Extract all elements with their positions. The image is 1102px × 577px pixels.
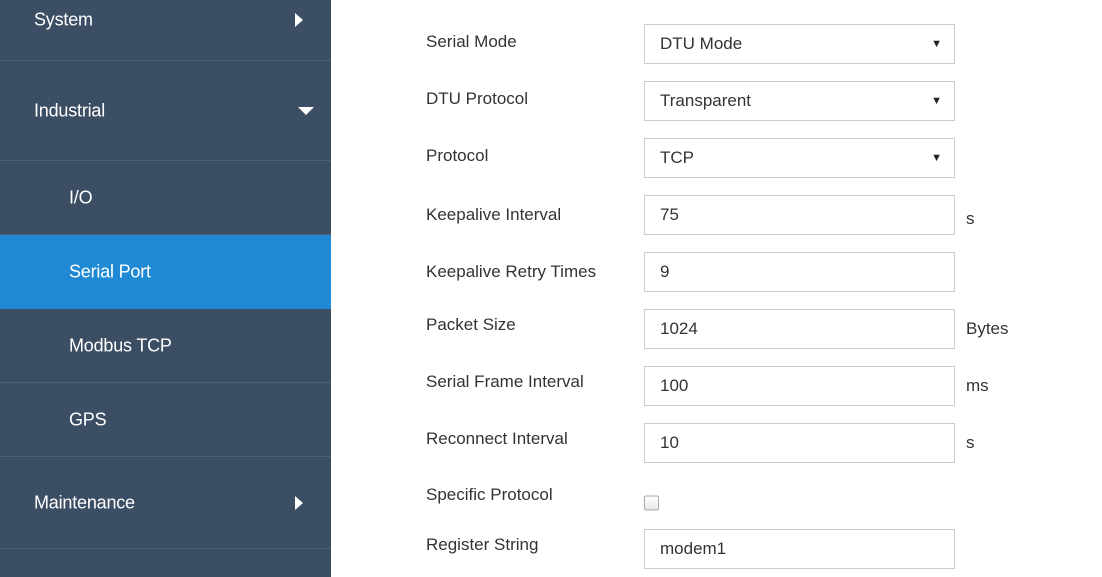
register-string-input[interactable]: modem1 xyxy=(644,529,955,569)
nav-serial-port-label: Serial Port xyxy=(69,261,151,281)
nav-maintenance[interactable]: Maintenance xyxy=(0,457,331,549)
keepalive-interval-label: Keepalive Interval xyxy=(426,205,562,224)
packet-size-label: Packet Size xyxy=(426,315,516,334)
keepalive-retry-label: Keepalive Retry Times xyxy=(426,262,597,281)
chevron-right-icon xyxy=(295,495,303,510)
nav-industrial[interactable]: Industrial xyxy=(0,61,331,161)
register-string-value: modem1 xyxy=(660,539,727,558)
nav-gps[interactable]: GPS xyxy=(0,383,331,457)
nav-maintenance-label: Maintenance xyxy=(34,492,135,512)
packet-size-row: Packet Size 1024 Bytes xyxy=(426,309,1066,349)
chevron-right-icon xyxy=(295,13,303,27)
serial-frame-interval-unit: ms xyxy=(966,376,989,395)
serial-mode-select[interactable]: DTU Mode ▼ xyxy=(644,24,955,64)
register-string-label: Register String xyxy=(426,535,539,554)
reconnect-interval-unit: s xyxy=(966,433,975,452)
nav-io-label: I/O xyxy=(69,187,93,207)
specific-protocol-label: Specific Protocol xyxy=(426,485,553,504)
protocol-value: TCP xyxy=(660,148,694,167)
dtu-protocol-row: DTU Protocol Transparent ▼ xyxy=(426,81,1066,121)
serial-frame-interval-value: 100 xyxy=(660,376,689,395)
specific-protocol-checkbox[interactable] xyxy=(644,495,659,511)
packet-size-value: 1024 xyxy=(660,319,698,338)
nav-modbus-tcp[interactable]: Modbus TCP xyxy=(0,309,331,383)
chevron-down-icon xyxy=(298,106,314,115)
specific-protocol-row: Specific Protocol xyxy=(426,480,1066,520)
reconnect-interval-label: Reconnect Interval xyxy=(426,429,568,448)
packet-size-input[interactable]: 1024 xyxy=(644,309,955,349)
keepalive-interval-row: Keepalive Interval 75 s xyxy=(426,195,1066,235)
reconnect-interval-value: 10 xyxy=(660,433,679,452)
dropdown-caret-icon: ▼ xyxy=(931,152,942,164)
keepalive-retry-input[interactable]: 9 xyxy=(644,252,955,292)
keepalive-retry-value: 9 xyxy=(660,262,670,281)
nav-modbus-tcp-label: Modbus TCP xyxy=(69,335,172,355)
serial-frame-interval-row: Serial Frame Interval 100 ms xyxy=(426,366,1066,406)
protocol-select[interactable]: TCP ▼ xyxy=(644,138,955,178)
protocol-label: Protocol xyxy=(426,146,489,165)
packet-size-unit: Bytes xyxy=(966,319,1009,338)
nav-serial-port[interactable]: Serial Port xyxy=(0,235,331,309)
serial-mode-value: DTU Mode xyxy=(660,34,743,53)
sidebar: System Industrial I/O Serial Port Modbus… xyxy=(0,0,331,577)
serial-frame-interval-input[interactable]: 100 xyxy=(644,366,955,406)
keepalive-interval-input[interactable]: 75 xyxy=(644,195,955,235)
nav-system[interactable]: System xyxy=(0,0,331,61)
dtu-protocol-select[interactable]: Transparent ▼ xyxy=(644,81,955,121)
keepalive-retry-row: Keepalive Retry Times 9 xyxy=(426,252,1066,292)
dtu-protocol-value: Transparent xyxy=(660,91,752,110)
reconnect-interval-input[interactable]: 10 xyxy=(644,423,955,463)
keepalive-interval-unit: s xyxy=(966,209,975,228)
register-string-row: Register String modem1 xyxy=(426,529,1066,569)
dropdown-caret-icon: ▼ xyxy=(931,95,942,107)
nav-industrial-label: Industrial xyxy=(34,100,106,120)
serial-mode-label: Serial Mode xyxy=(426,32,517,51)
serial-frame-interval-label: Serial Frame Interval xyxy=(426,372,584,391)
protocol-row: Protocol TCP ▼ xyxy=(426,138,1066,178)
nav-io[interactable]: I/O xyxy=(0,161,331,235)
keepalive-interval-value: 75 xyxy=(660,205,679,224)
serial-mode-row: Serial Mode DTU Mode ▼ xyxy=(426,24,1066,64)
dropdown-caret-icon: ▼ xyxy=(931,38,942,50)
dtu-protocol-label: DTU Protocol xyxy=(426,89,529,108)
nav-system-label: System xyxy=(34,9,93,30)
nav-gps-label: GPS xyxy=(69,409,107,429)
reconnect-interval-row: Reconnect Interval 10 s xyxy=(426,423,1066,463)
